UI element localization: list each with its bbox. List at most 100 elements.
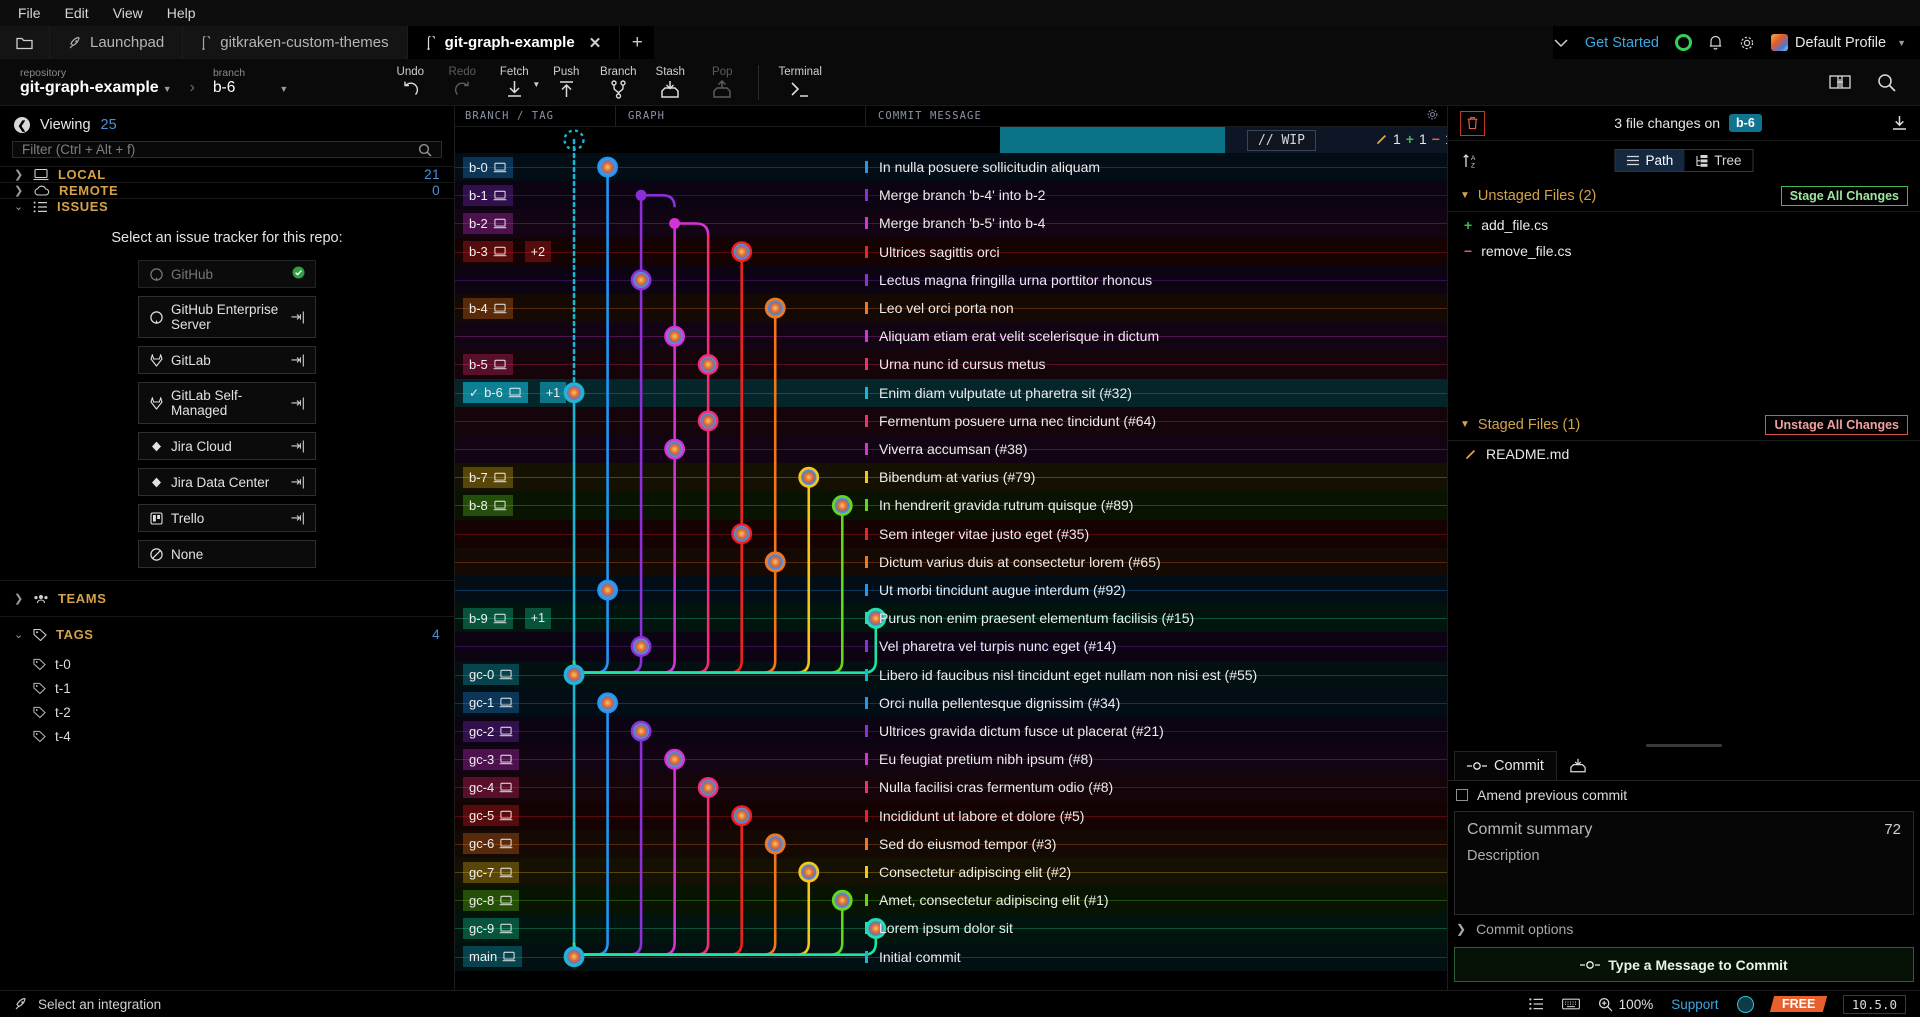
bell-icon[interactable] (1708, 34, 1723, 51)
branch-label-b-4[interactable]: b-4 (463, 297, 513, 319)
view-mode-path[interactable]: Path (1615, 150, 1685, 171)
branch-selector[interactable]: branch b-6 ▼ (213, 67, 288, 98)
extra-refs-badge[interactable]: +2 (524, 241, 552, 263)
branch-label-gc-3[interactable]: gc-3 (463, 748, 520, 770)
push-button[interactable]: Push (540, 59, 592, 106)
branch-label-b-8[interactable]: b-8 (463, 494, 513, 516)
terminal-button[interactable]: Terminal (769, 59, 831, 106)
table-row[interactable]: gc-7 Consectetur adipiscing elit (#2) (455, 858, 1447, 887)
globe-icon[interactable] (1736, 995, 1754, 1013)
tag-item-t4[interactable]: t-4 (0, 724, 454, 748)
unstaged-file-row[interactable]: − remove_file.cs (1448, 238, 1920, 264)
tab-stash[interactable] (1557, 751, 1599, 780)
tracker-github-enterprise-server[interactable]: GitHub Enterprise Server ⇥| (138, 296, 316, 338)
table-row[interactable]: gc-9 Lorem ipsum dolor sit (455, 914, 1447, 943)
table-row[interactable]: b-3 +2 Ultrices sagittis orci (455, 237, 1447, 266)
branch-label-b-1[interactable]: b-1 (463, 184, 513, 206)
branch-button[interactable]: Branch (592, 59, 644, 106)
plan-badge[interactable]: FREE (1769, 996, 1827, 1012)
table-row[interactable]: b-8 In hendrerit gravida rutrum quisque (… (455, 491, 1447, 520)
gear-icon[interactable] (1739, 35, 1755, 51)
table-row[interactable]: b-0 In nulla posuere sollicitudin aliquam (455, 153, 1447, 182)
table-row[interactable]: Lectus magna fringilla urna porttitor rh… (455, 265, 1447, 294)
caret-down-icon[interactable]: ▼ (532, 80, 540, 89)
keyboard-icon[interactable] (1561, 998, 1580, 1010)
columns-layout-icon[interactable] (1829, 74, 1851, 90)
repository-selector[interactable]: repository git-graph-example ▼ (20, 67, 172, 98)
branch-label-gc-6[interactable]: gc-6 (463, 833, 520, 855)
table-row[interactable]: gc-4 Nulla facilisi cras fermentum odio (… (455, 773, 1447, 802)
pop-button[interactable]: Pop (696, 59, 748, 106)
commit-button[interactable]: Type a Message to Commit (1454, 947, 1914, 982)
table-row[interactable]: gc-2 Ultrices gravida dictum fusce ut pla… (455, 717, 1447, 746)
branch-label-b-6[interactable]: ✓ b-6 (463, 382, 528, 404)
menu-view[interactable]: View (103, 3, 153, 23)
amend-checkbox[interactable] (1456, 789, 1468, 801)
tag-item-t0[interactable]: t-0 (0, 652, 454, 676)
table-row[interactable]: Dictum varius duis at consectetur lorem … (455, 547, 1447, 576)
table-row[interactable]: gc-3 Eu feugiat pretium nibh ipsum (#8) (455, 745, 1447, 774)
branch-label-main[interactable]: main (463, 946, 523, 968)
chevron-down-icon[interactable] (1553, 38, 1569, 48)
commit-message-box[interactable]: Commit summary 72 Description (1454, 811, 1914, 915)
tab-commit[interactable]: Commit (1454, 751, 1557, 780)
list-view-icon[interactable] (1528, 998, 1544, 1010)
commit-summary-input[interactable]: Commit summary (1467, 821, 1884, 839)
table-row[interactable]: ✓ b-6 +1 Enim diam vulputate ut pharetra si… (455, 378, 1447, 407)
sort-az-icon[interactable]: AZ (1462, 153, 1479, 169)
staged-file-row[interactable]: README.md (1448, 441, 1920, 467)
stage-all-changes-button[interactable]: Stage All Changes (1780, 185, 1908, 206)
table-row[interactable]: gc-0 Libero id faucibus nisl tincidunt eg… (455, 660, 1447, 689)
table-row[interactable]: Ut morbi tincidunt augue interdum (#92) (455, 576, 1447, 605)
tracker-gitlab-self-managed[interactable]: GitLab Self-Managed ⇥| (138, 382, 316, 424)
branch-label-b-9[interactable]: b-9 (463, 607, 513, 629)
view-mode-tree[interactable]: Tree (1684, 150, 1752, 171)
branch-label-gc-9[interactable]: gc-9 (463, 917, 520, 939)
tag-item-t2[interactable]: t-2 (0, 700, 454, 724)
branch-label-b-5[interactable]: b-5 (463, 353, 513, 375)
tag-item-t1[interactable]: t-1 (0, 676, 454, 700)
undo-button[interactable]: Undo (384, 59, 436, 106)
menu-file[interactable]: File (8, 3, 51, 23)
table-row[interactable]: gc-5 Incididunt ut labore et dolore (#5) (455, 801, 1447, 830)
branch-label-gc-0[interactable]: gc-0 (463, 664, 520, 686)
table-row[interactable]: gc-6 Sed do eiusmod tempor (#3) (455, 829, 1447, 858)
tab-git-graph-example[interactable]: git-graph-example ✕ (407, 26, 621, 59)
commit-description-input[interactable]: Description (1467, 848, 1901, 864)
branch-label-gc-5[interactable]: gc-5 (463, 805, 520, 827)
branch-label-gc-1[interactable]: gc-1 (463, 692, 520, 714)
branch-label-gc-8[interactable]: gc-8 (463, 889, 520, 911)
table-row[interactable]: main Initial commit (455, 942, 1447, 971)
gear-icon[interactable] (1426, 108, 1439, 125)
table-row[interactable]: b-1 Merge branch 'b-4' into b-2 (455, 181, 1447, 210)
unstaged-files-header[interactable]: ▼ Unstaged Files (2) Stage All Changes (1448, 180, 1920, 212)
fetch-button[interactable]: Fetch ▼ (488, 59, 540, 106)
table-row[interactable]: b-2 Merge branch 'b-5' into b-4 (455, 209, 1447, 238)
sidebar-section-tags[interactable]: ⌄ TAGS 4 (0, 616, 454, 652)
commit-options-toggle[interactable]: ❯ Commit options (1448, 915, 1920, 943)
table-row[interactable]: b-5 Urna nunc id cursus metus (455, 350, 1447, 379)
new-tab-button[interactable]: + (620, 26, 655, 59)
tracker-jira-data-center[interactable]: Jira Data Center ⇥| (138, 468, 316, 496)
table-row[interactable]: Viverra accumsan (#38) (455, 435, 1447, 464)
menu-edit[interactable]: Edit (55, 3, 99, 23)
table-row[interactable]: Aliquam etiam erat velit scelerisque in … (455, 322, 1447, 351)
profile-menu[interactable]: Default Profile ▼ (1771, 34, 1906, 51)
table-row[interactable]: Fermentum posuere urna nec tincidunt (#6… (455, 406, 1447, 435)
tracker-github[interactable]: GitHub (138, 260, 316, 288)
table-row[interactable]: b-9 +1 Purus non enim praesent elementum f… (455, 604, 1447, 633)
branch-label-b-0[interactable]: b-0 (463, 156, 513, 178)
filter-box[interactable] (12, 141, 442, 158)
stash-button[interactable]: Stash (644, 59, 696, 106)
table-row[interactable]: Sem integer vitae justo eget (#35) (455, 519, 1447, 548)
close-icon[interactable]: ✕ (589, 34, 602, 52)
sidebar-section-local[interactable]: ❯ LOCAL 21 (0, 166, 454, 182)
branch-label-gc-4[interactable]: gc-4 (463, 776, 520, 798)
download-icon[interactable] (1891, 115, 1908, 131)
back-arrow-icon[interactable]: ❮ (14, 117, 30, 133)
panel-resize-handle[interactable] (1448, 739, 1920, 751)
tracker-jira-cloud[interactable]: Jira Cloud ⇥| (138, 432, 316, 460)
table-row[interactable]: Vel pharetra vel turpis nunc eget (#14) (455, 632, 1447, 661)
tracker-trello[interactable]: Trello ⇥| (138, 504, 316, 532)
zoom-control[interactable]: 100% (1598, 997, 1653, 1012)
